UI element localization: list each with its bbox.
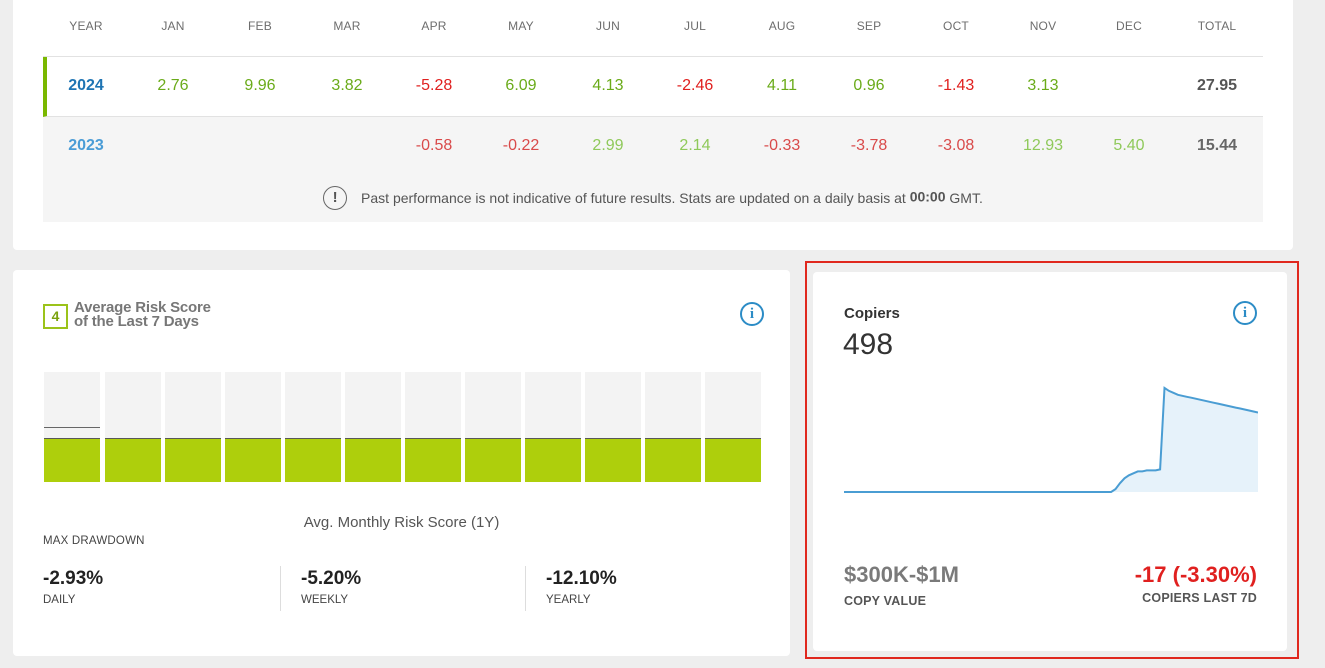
column-header: SEP xyxy=(856,19,882,33)
drawdown-daily: -2.93% DAILY xyxy=(43,568,103,606)
risk-score-badge: 4 xyxy=(43,304,68,329)
month-value-cell: 6.09 xyxy=(505,77,537,94)
copiers-area-fill xyxy=(844,387,1258,492)
month-value-cell: 3.13 xyxy=(1027,77,1059,94)
risk-bar-marker xyxy=(44,427,100,428)
column-header: MAR xyxy=(333,19,361,33)
copiers-chart xyxy=(844,386,1258,493)
column-header: DEC xyxy=(1116,19,1142,33)
month-value-cell: 0.96 xyxy=(853,77,885,94)
month-value-cell: -0.22 xyxy=(502,137,540,154)
risk-bar-fill xyxy=(44,438,100,482)
copiers-info-icon[interactable]: i xyxy=(1233,301,1257,325)
risk-bar-fill xyxy=(645,438,701,482)
risk-bar-fill xyxy=(705,438,761,482)
month-value-cell: -0.33 xyxy=(763,137,801,154)
month-value-cell: 12.93 xyxy=(1022,137,1064,154)
exclamation-icon: ! xyxy=(323,186,348,210)
risk-chart-caption: Avg. Monthly Risk Score (1Y) xyxy=(303,514,500,531)
column-header: YEAR xyxy=(69,19,103,33)
performance-table-header: YEAR JAN FEB MAR APR MAY JUN JUL AUG SEP OCT NOV DEC… xyxy=(43,0,1263,57)
disclaimer-time: 00:00 xyxy=(909,188,946,205)
month-value-cell: 2.14 xyxy=(679,137,711,154)
month-value-cell: 9.96 xyxy=(244,77,276,94)
risk-bar[interactable] xyxy=(225,372,281,482)
risk-bar-fill xyxy=(285,438,341,482)
drawdown-daily-label: DAILY xyxy=(43,594,76,606)
drawdown-yearly: -12.10% YEARLY xyxy=(546,568,617,606)
column-header: NOV xyxy=(1029,19,1057,33)
risk-bar-fill xyxy=(465,438,521,482)
column-header: FEB xyxy=(248,19,272,33)
drawdown-weekly-label: WEEKLY xyxy=(301,594,349,606)
divider xyxy=(525,566,526,611)
monthly-risk-bars xyxy=(44,372,761,482)
drawdown-daily-value: -2.93% xyxy=(43,568,104,589)
total-cell: 15.44 xyxy=(1196,137,1238,154)
risk-bar-fill xyxy=(525,438,581,482)
column-header: MAY xyxy=(508,19,534,33)
risk-bar[interactable] xyxy=(345,372,401,482)
risk-bar[interactable] xyxy=(285,372,341,482)
column-header: AUG xyxy=(768,19,796,33)
column-header: APR xyxy=(421,19,447,33)
risk-bar[interactable] xyxy=(165,372,221,482)
risk-bar-fill xyxy=(345,438,401,482)
risk-bar[interactable] xyxy=(585,372,641,482)
month-value-cell: -5.28 xyxy=(415,77,453,94)
month-value-cell: -2.46 xyxy=(676,77,714,94)
year-cell[interactable]: 2023 xyxy=(46,137,126,155)
copiers-change: -17 (-3.30%) xyxy=(1134,562,1257,587)
performance-card: YEAR JAN FEB MAR APR MAY JUN JUL AUG SEP OCT NOV DEC… xyxy=(13,0,1293,250)
month-value-cell: -3.08 xyxy=(937,137,975,154)
total-cell: 27.95 xyxy=(1196,77,1238,94)
month-value-cell: 4.13 xyxy=(592,77,624,94)
risk-score-card: 4 Average Risk Score of the Last 7 Days … xyxy=(13,270,790,656)
drawdown-yearly-value: -12.10% xyxy=(546,568,617,589)
risk-bar[interactable] xyxy=(705,372,761,482)
copiers-count: 498 xyxy=(843,328,894,361)
month-value-cell: 5.40 xyxy=(1113,137,1145,154)
max-drawdown-label: MAX DRAWDOWN xyxy=(43,535,145,547)
month-value-cell: 3.82 xyxy=(331,77,363,94)
drawdown-weekly-value: -5.20% xyxy=(301,568,362,589)
risk-bar-fill xyxy=(225,438,281,482)
month-value-cell: 2.76 xyxy=(157,77,189,94)
drawdown-weekly: -5.20% WEEKLY xyxy=(301,568,361,606)
risk-score-title: Average Risk Score of the Last 7 Days xyxy=(74,299,211,330)
drawdown-yearly-label: YEARLY xyxy=(546,594,591,606)
risk-bar-fill xyxy=(585,438,641,482)
year-cell[interactable]: 2024 xyxy=(46,77,126,95)
risk-bar[interactable] xyxy=(44,372,100,482)
month-value-cell: -3.78 xyxy=(850,137,888,154)
risk-bar[interactable] xyxy=(405,372,461,482)
risk-bar-fill xyxy=(105,438,161,482)
table-row-2024[interactable]: 2024 2.76 9.96 3.82 -5.28 6.09 4.13 -2.46 4.11 0.… xyxy=(43,57,1263,117)
column-header: JAN xyxy=(161,19,185,33)
risk-bar[interactable] xyxy=(645,372,701,482)
column-header: TOTAL xyxy=(1197,19,1237,33)
copiers-card: Copiers 498 i $300K-$1M COPY VALUE -17 (… xyxy=(813,272,1287,651)
risk-bar-fill xyxy=(165,438,221,482)
disclaimer-timezone: GMT. xyxy=(949,190,983,206)
month-value-cell: -1.43 xyxy=(937,77,975,94)
risk-bar-fill xyxy=(405,438,461,482)
risk-bar[interactable] xyxy=(525,372,581,482)
risk-info-icon[interactable]: i xyxy=(740,302,764,326)
month-value-cell: 4.11 xyxy=(767,77,797,94)
disclaimer-text: Past performance is not indicative of fu… xyxy=(361,190,906,206)
month-value-cell: 2.99 xyxy=(592,137,624,154)
copy-value: $300K-$1M xyxy=(844,562,959,587)
copy-value-label: COPY VALUE xyxy=(844,594,927,608)
copiers-change-label: COPIERS LAST 7D xyxy=(1142,591,1257,605)
risk-bar[interactable] xyxy=(105,372,161,482)
performance-disclaimer: ! Past performance is not indicative of … xyxy=(43,186,1263,210)
risk-bar[interactable] xyxy=(465,372,521,482)
column-header: JUL xyxy=(684,19,706,33)
divider xyxy=(280,566,281,611)
month-value-cell: -0.58 xyxy=(415,137,453,154)
column-header: OCT xyxy=(943,19,969,33)
column-header: JUN xyxy=(596,19,620,33)
copiers-title: Copiers xyxy=(844,305,900,322)
